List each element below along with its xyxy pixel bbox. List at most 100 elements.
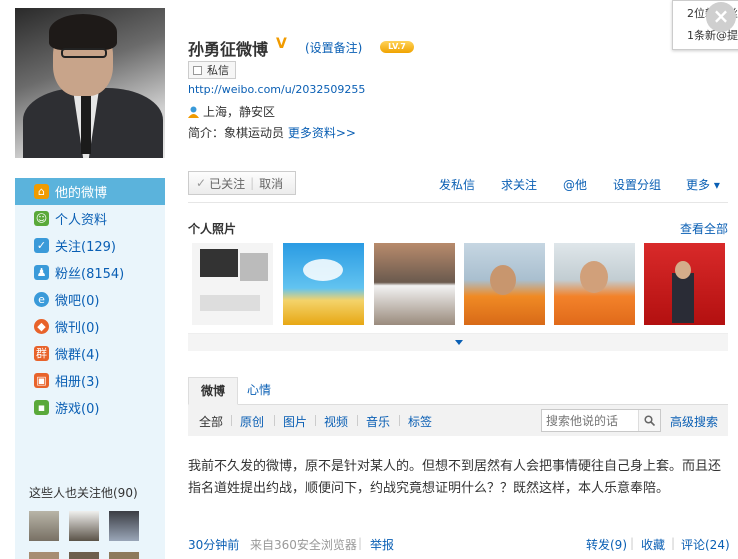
level-badge[interactable]: LV.7 [380,41,414,53]
game-icon: ▪ [34,400,49,415]
set-group-link[interactable]: 设置分组 [613,176,661,193]
expand-photos-bar[interactable] [188,333,728,351]
follow-status-button[interactable]: ✓ 已关注 | 取消 [188,171,296,195]
comment-link[interactable]: 评论(24) [681,536,730,553]
more-info-link[interactable]: 更多资料>> [288,126,356,140]
post-source-label: 来自360安全浏览器 [250,538,357,552]
weiba-icon: e [34,292,49,307]
sidebar-item-weiqun[interactable]: 群微群(4) [15,340,165,367]
report-link[interactable]: 举报 [370,536,394,553]
sidebar-item-label: 粉丝(8154) [55,267,125,282]
follower-avatar[interactable] [29,552,59,559]
set-remark-link[interactable]: (设置备注) [305,39,362,56]
profile-main: 孙勇征微博 V (设置备注) LV.7 私信 http://weibo.com/… [175,0,738,559]
private-message-button[interactable]: 私信 [188,61,236,79]
divider [357,415,358,426]
view-all-photos-link[interactable]: 查看全部 [680,220,728,237]
intro-text: 简介：象棋运动员 [188,126,285,140]
sidebar-item-album[interactable]: ▣ 相册(3) [15,367,165,394]
sidebar-item-label: 相册(3) [55,375,100,390]
search-icon [644,415,655,426]
photo-thumbnail[interactable] [283,243,364,325]
sidebar-item-label: 微群(4) [55,348,100,363]
favorite-link[interactable]: 收藏 [641,536,665,553]
repost-link[interactable]: 转发(9) [586,536,627,553]
post-time-link[interactable]: 30分钟前 [188,536,239,553]
filter-image[interactable]: 图片 [283,413,307,430]
divider: | [250,176,255,190]
sidebar-item-weiba[interactable]: e 微吧(0) [15,286,165,313]
sidebar-item-label: 游戏(0) [55,402,100,417]
person-icon [188,106,199,118]
photo-thumbnail[interactable] [644,243,725,325]
sidebar-nav: ⌂ 他的微博 ☺ 个人资料 ✓ 关注(129) ♟ 粉丝(8154) e 微吧(0) ◆ 微… [15,178,165,421]
sidebar-item-label: 微吧(0) [55,294,100,309]
sidebar-item-weibo[interactable]: ⌂ 他的微博 [15,178,165,205]
send-message-link[interactable]: 发私信 [439,176,475,193]
divider: | [671,536,676,550]
home-icon: ⌂ [34,184,49,199]
photo-thumbnail[interactable] [374,243,455,325]
sidebar-item-game[interactable]: ▪ 游戏(0) [15,394,165,421]
sidebar-item-profile[interactable]: ☺ 个人资料 [15,205,165,232]
profile-intro: 简介：象棋运动员 更多资料>> [188,124,356,141]
divider [231,415,232,426]
divider [399,415,400,426]
profile-name: 孙勇征微博 [188,40,269,59]
message-checkbox-icon [193,65,202,75]
follower-avatar[interactable] [69,552,99,559]
verified-icon[interactable]: V [276,36,287,52]
photo-thumbnail[interactable] [464,243,545,325]
follower-avatar[interactable] [69,511,99,541]
divider: | [358,536,363,550]
mention-link[interactable]: @他 [563,176,587,193]
photo-thumbnail[interactable] [192,243,273,325]
also-follow-title: 这些人也关注他(90) [29,486,138,500]
more-dropdown[interactable]: 更多 ▾ [686,176,720,193]
close-icon[interactable]: × [706,2,736,32]
feed-tabs: 微博 心情 [188,377,728,405]
unfollow-button[interactable]: 取消 [259,175,283,192]
filter-all[interactable]: 全部 [199,413,223,430]
weiqun-icon: 群 [34,346,49,361]
album-icon: ▣ [34,373,49,388]
divider [274,415,275,426]
fans-icon: ♟ [34,265,49,280]
divider [315,415,316,426]
advanced-search-link[interactable]: 高级搜索 [670,413,718,430]
left-sidebar: ⌂ 他的微博 ☺ 个人资料 ✓ 关注(129) ♟ 粉丝(8154) e 微吧(0) ◆ 微… [0,0,175,559]
search-button[interactable] [638,410,660,431]
avatar-hair [49,14,117,50]
check-icon: ✓ [196,176,207,190]
divider: | [630,536,635,550]
follower-avatar[interactable] [109,552,139,559]
sidebar-item-following[interactable]: ✓ 关注(129) [15,232,165,259]
sidebar-item-weikan[interactable]: ◆ 微刊(0) [15,313,165,340]
filter-video[interactable]: 视频 [324,413,348,430]
ask-follow-link[interactable]: 求关注 [501,176,537,193]
avatar-tie [81,94,91,154]
chevron-down-icon [455,340,463,345]
filter-music[interactable]: 音乐 [366,413,390,430]
tab-weibo[interactable]: 微博 [188,377,239,405]
avatar[interactable] [15,8,165,158]
filter-original[interactable]: 原创 [240,413,264,430]
profile-url[interactable]: http://weibo.com/u/2032509255 [188,83,365,96]
follower-avatar[interactable] [109,511,139,541]
followed-label: 已关注 [209,176,246,191]
sidebar-item-label: 关注(129) [55,240,116,255]
sidebar-item-label: 他的微博 [55,186,108,201]
sidebar-item-label: 个人资料 [55,213,108,228]
photo-thumbnail[interactable] [554,243,635,325]
follower-avatar[interactable] [29,511,59,541]
location: 上海，静安区 [188,103,275,120]
tab-mood[interactable]: 心情 [235,377,283,405]
avatar-glasses [61,48,107,58]
sidebar-item-fans[interactable]: ♟ 粉丝(8154) [15,259,165,286]
post-text: 我前不久发的微博，原不是针对某人的。但想不到居然有人会把事情硬往自己身上套。而且… [188,459,722,496]
message-label: 私信 [207,64,229,77]
sidebar-item-label: 微刊(0) [55,321,100,336]
filter-tag[interactable]: 标签 [408,413,432,430]
weikan-icon: ◆ [34,319,49,334]
photos-title: 个人照片 [188,222,237,236]
